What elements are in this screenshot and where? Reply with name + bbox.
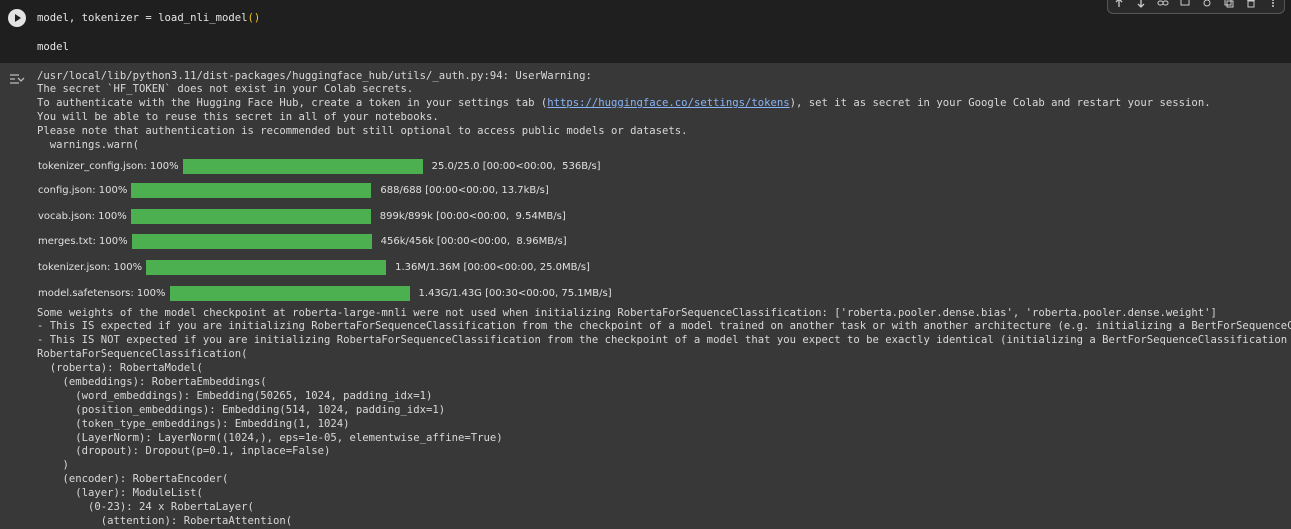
hf-token-settings-link[interactable]: https://huggingface.co/settings/tokens — [547, 97, 789, 109]
log-line: (dropout): Dropout(p=0.1, inplace=False) — [37, 445, 331, 457]
cell-toolbar — [1107, 0, 1285, 14]
comment-icon[interactable] — [1179, 0, 1191, 9]
log-line: (LayerNorm): LayerNorm((1024,), eps=1e-0… — [37, 432, 503, 444]
download-progress-vocab: vocab.json: 100% 899k/899k [00:00<00:00,… — [38, 208, 566, 224]
move-up-icon[interactable] — [1113, 0, 1125, 9]
download-stats: 1.43G/1.43G [00:30<00:00, 75.1MB/s] — [418, 287, 612, 299]
progress-bar — [146, 259, 387, 275]
progress-bar — [131, 182, 372, 198]
download-stats: 688/688 [00:00<00:00, 13.7kB/s] — [380, 184, 549, 196]
code-line-1[interactable]: model, tokenizer = load_nli_model() — [37, 12, 260, 24]
code-text: model, tokenizer = load_nli_model — [37, 12, 248, 24]
log-line: (position_embeddings): Embedding(514, 10… — [37, 404, 446, 416]
download-progress-merges: merges.txt: 100% 456k/456k [00:00<00:00,… — [38, 233, 567, 249]
warning-text: To authenticate with the Hugging Face Hu… — [37, 97, 548, 109]
download-label: merges.txt: 100% — [38, 235, 128, 247]
download-progress-tokenizer: tokenizer.json: 100% 1.36M/1.36M [00:00<… — [38, 259, 590, 275]
log-line: (encoder): RobertaEncoder( — [37, 473, 229, 485]
cell-output[interactable]: /usr/local/lib/python3.11/dist-packages/… — [0, 63, 1291, 529]
log-line: (word_embeddings): Embedding(50265, 1024… — [37, 390, 433, 402]
settings-icon[interactable] — [1201, 0, 1213, 9]
progress-bar — [182, 158, 423, 174]
download-label: config.json: 100% — [38, 184, 128, 196]
mirror-cell-icon[interactable] — [1223, 0, 1235, 9]
warning-line-3: To authenticate with the Hugging Face Hu… — [37, 96, 1211, 110]
play-icon — [15, 14, 21, 22]
log-line: (token_type_embeddings): Embedding(1, 10… — [37, 418, 350, 430]
log-line: - This IS NOT expected if you are initia… — [37, 334, 1291, 346]
code-cell-input[interactable]: model, tokenizer = load_nli_model() mode… — [0, 0, 1291, 64]
download-label: vocab.json: 100% — [38, 210, 127, 222]
log-line: (layer): ModuleList( — [37, 487, 203, 499]
move-down-icon[interactable] — [1135, 0, 1147, 9]
log-line: - This IS expected if you are initializi… — [37, 320, 1291, 332]
link-icon[interactable] — [1157, 0, 1169, 9]
log-line: (attention): RobertaAttention( — [37, 515, 293, 527]
download-stats: 25.0/25.0 [00:00<00:00, 536B/s] — [431, 160, 601, 172]
code-line-2[interactable]: model — [37, 41, 69, 53]
download-progress-tokenizer-config: tokenizer_config.json: 100% 25.0/25.0 [0… — [38, 158, 601, 174]
download-label: model.safetensors: 100% — [38, 287, 166, 299]
download-progress-model-safetensors: model.safetensors: 100% 1.43G/1.43G [00:… — [38, 285, 612, 301]
warning-line-4: You will be able to reuse this secret in… — [37, 111, 439, 123]
download-stats: 456k/456k [00:00<00:00, 8.96MB/s] — [380, 235, 567, 247]
output-actions-icon[interactable] — [9, 70, 25, 89]
download-stats: 1.36M/1.36M [00:00<00:00, 25.0MB/s] — [395, 261, 590, 273]
more-options-icon[interactable] — [1267, 0, 1279, 9]
log-line: Some weights of the model checkpoint at … — [37, 307, 1217, 319]
progress-bar — [130, 208, 371, 224]
log-line: RobertaForSequenceClassification( — [37, 348, 248, 360]
delete-icon[interactable] — [1245, 0, 1257, 9]
download-stats: 899k/899k [00:00<00:00, 9.54MB/s] — [379, 210, 566, 222]
log-line: (embeddings): RobertaEmbeddings( — [37, 376, 267, 388]
log-line: ) — [37, 459, 69, 471]
progress-bar — [131, 233, 372, 249]
code-parens: () — [247, 12, 261, 24]
warning-line-6: warnings.warn( — [37, 139, 140, 151]
download-label: tokenizer.json: 100% — [38, 261, 143, 273]
warning-line-5: Please note that authentication is recom… — [37, 125, 688, 137]
log-line: (0-23): 24 x RobertaLayer( — [37, 501, 254, 513]
warning-line-2: The secret `HF_TOKEN` does not exist in … — [37, 83, 414, 95]
warning-text: ), set it as secret in your Google Colab… — [789, 97, 1211, 109]
run-cell-button[interactable] — [8, 9, 26, 27]
download-progress-config: config.json: 100% 688/688 [00:00<00:00, … — [38, 182, 549, 198]
progress-bar — [169, 285, 410, 301]
warning-line-1: /usr/local/lib/python3.11/dist-packages/… — [37, 70, 592, 82]
log-line: (roberta): RobertaModel( — [37, 362, 203, 374]
download-label: tokenizer_config.json: 100% — [38, 160, 179, 172]
